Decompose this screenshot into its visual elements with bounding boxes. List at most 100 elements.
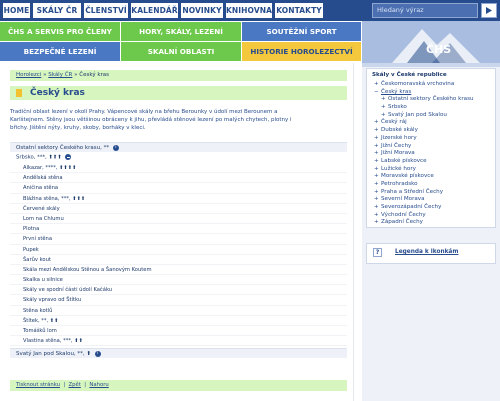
nav-knihovna[interactable]: KNIHOVNA — [226, 3, 272, 18]
intro-line: Karlštejnem. Stěny jsou většinou obrácen… — [10, 117, 292, 124]
info-icon[interactable]: i — [112, 144, 119, 151]
crag-item[interactable]: Skalka u silnice — [10, 275, 347, 286]
crag-item[interactable]: Šarův kout — [10, 255, 347, 265]
sidebar-item[interactable]: + Moravské pískovce — [374, 173, 494, 181]
nav-clenstvi[interactable]: ČLENSTVÍ — [84, 3, 128, 18]
category-soutezni-sport[interactable]: SOUTĚŽNÍ SPORT — [242, 22, 361, 41]
sidebar-item-label: Lužické hory — [381, 165, 416, 172]
breadcrumb-separator: » — [74, 72, 78, 78]
plus-icon: + — [374, 211, 379, 218]
sidebar-item[interactable]: + Český ráj — [374, 119, 494, 127]
crag-item[interactable]: Alkazar, ****, ⬆⬆⬆⬆ — [10, 163, 347, 174]
sidebar-item-label: Severozápadní Čechy — [381, 204, 442, 210]
page-title: Český kras — [10, 86, 347, 100]
category-bezpecne-lezeni[interactable]: BEZPEČNÉ LEZENÍ — [0, 42, 120, 61]
sector-srbsko[interactable]: Srbsko, ***, ⬆⬆⬆ — [16, 154, 72, 161]
crag-item[interactable]: Vlastina stěna, ***, ⬆⬆ — [10, 336, 347, 347]
sidebar-item[interactable]: + Petrohradsko — [374, 181, 494, 189]
sidebar-item[interactable]: + Labské pískovce — [374, 158, 494, 166]
footer-links: Tisknout stránku | Zpět | Nahoru — [10, 380, 347, 391]
breadcrumb-skaly-cr[interactable]: Skály ČR — [48, 72, 72, 78]
legend-link[interactable]: Legenda k ikonkám — [395, 249, 458, 255]
minus-icon: − — [374, 88, 379, 95]
top-navigation: HOME SKÁLY ČR ČLENSTVÍ KALENDÁŘ NOVINKY … — [0, 0, 500, 21]
sidebar-item[interactable]: + Severní Morava — [374, 196, 494, 204]
crag-item[interactable]: Lom na Chlumu — [10, 214, 347, 225]
info-icon[interactable]: i — [94, 350, 101, 357]
top-link[interactable]: Nahoru — [89, 382, 108, 388]
sidebar-item-label: Český ráj — [381, 119, 407, 126]
back-link[interactable]: Zpět — [69, 382, 81, 388]
intro-text: Tradiční oblast lezení v okolí Prahy. Vá… — [10, 108, 340, 133]
crag-item[interactable]: Aničina stěna — [10, 183, 347, 194]
sidebar-item-label: Labské pískovce — [381, 157, 427, 164]
sidebar-item-label: Západní Čechy — [381, 219, 423, 226]
crag-item[interactable]: Andělská stěna — [10, 173, 347, 184]
breadcrumb-separator: » — [43, 72, 47, 78]
search-icon — [486, 7, 492, 14]
page-title-text: Český kras — [30, 88, 85, 98]
crag-list: Alkazar, ****, ⬆⬆⬆⬆ Andělská stěna Aniči… — [10, 163, 347, 347]
crag-item[interactable]: Štítek, **, ⬆⬆ — [10, 316, 347, 326]
crag-item[interactable]: Plotna — [10, 224, 347, 235]
nav-kalendar[interactable]: KALENDÁŘ — [131, 3, 178, 18]
intro-line: Tradiční oblast lezení v okolí Prahy. Vá… — [10, 109, 278, 115]
footer-separator: | — [63, 382, 66, 388]
search-button[interactable] — [481, 3, 497, 18]
sidebar-item[interactable]: + Jizerské hory — [374, 135, 494, 143]
nav-home[interactable]: HOME — [3, 3, 30, 18]
plus-icon: + — [374, 196, 379, 203]
sidebar-item-label: Východní Čechy — [381, 211, 426, 218]
plus-icon: + — [381, 104, 386, 111]
plus-icon: + — [374, 127, 379, 134]
sidebar-subitem[interactable]: + Srbsko — [374, 104, 494, 112]
help-icon[interactable]: ? — [373, 248, 382, 257]
crag-item[interactable]: Pupek — [10, 245, 347, 255]
print-page-link[interactable]: Tisknout stránku — [16, 382, 60, 388]
plus-icon: + — [374, 150, 379, 157]
nav-skaly-cr[interactable]: SKÁLY ČR — [33, 3, 81, 18]
sidebar-item[interactable]: + Západní Čechy — [374, 219, 494, 227]
breadcrumb-current: Český kras — [79, 72, 110, 78]
category-historie[interactable]: HISTORIE HOROLEZECTVÍ — [242, 42, 361, 61]
footer-separator: | — [84, 382, 87, 388]
collapse-icon[interactable] — [65, 154, 72, 160]
sidebar-item-label: Český kras — [381, 88, 412, 95]
crag-item[interactable]: Blážina stěna, ***, ⬆⬆⬆ — [10, 194, 347, 204]
sidebar-item[interactable]: + Severozápadní Čechy — [374, 204, 494, 212]
sidebar-item[interactable]: + Dubské skály — [374, 127, 494, 135]
crag-item[interactable]: První stěna — [10, 234, 347, 245]
category-chs-servis[interactable]: ČHS A SERVIS PRO ČLENY — [0, 22, 120, 41]
sidebar-item[interactable]: + Českomoravská vrchovina — [374, 81, 494, 89]
breadcrumb-home[interactable]: Horolezci — [16, 72, 41, 78]
plus-icon: + — [374, 204, 379, 210]
sidebar-item-label: Ostatní sektory Českého krasu — [388, 96, 474, 103]
sidebar-item-label: Petrohradsko — [381, 180, 418, 187]
flag-icon — [16, 89, 22, 97]
plus-icon: + — [374, 219, 379, 226]
plus-icon: + — [374, 188, 379, 195]
sidebar-subitem[interactable]: + Ostatní sektory Českého krasu — [374, 96, 494, 104]
sidebar-region-list: + Českomoravská vrchovina − Český kras + Os… — [374, 81, 494, 227]
plus-icon: + — [374, 142, 379, 149]
crag-item[interactable]: Stěna kotlů — [10, 306, 347, 316]
plus-icon: + — [374, 157, 379, 164]
column-divider — [353, 63, 354, 401]
sidebar-item[interactable]: + Jižní Morava — [374, 150, 494, 158]
sidebar-item-label: Srbsko — [388, 104, 407, 111]
sector-ostatni[interactable]: Ostatní sektory Českého krasu, ** i — [10, 142, 347, 152]
crag-item[interactable]: Skála mezi Andělskou Stěnou a Šanovým Ko… — [10, 265, 347, 276]
crag-item[interactable]: Červené skály — [10, 204, 347, 214]
sector-svaty-jan[interactable]: Svatý Jan pod Skalou, **, ⬆ i — [10, 348, 347, 358]
nav-kontakty[interactable]: KONTAKTY — [275, 3, 323, 18]
chs-logo[interactable]: ČHS — [362, 21, 500, 63]
sidebar-title: Skály v České republice — [372, 72, 447, 78]
category-hory-skaly-lezeni[interactable]: HORY, SKÁLY, LEZENÍ — [121, 22, 241, 41]
sidebar-strip — [362, 63, 500, 67]
nav-novinky[interactable]: NOVINKY — [181, 3, 223, 18]
category-skalni-oblasti[interactable]: SKALNÍ OBLASTI — [121, 42, 241, 61]
crag-item[interactable]: Skály vpravo od Štítku — [10, 295, 347, 306]
crag-item[interactable]: Skály ve spodní části údolí Kačáku — [10, 285, 347, 296]
search-input[interactable]: Hledaný výraz — [372, 3, 478, 18]
crag-item[interactable]: Tomášků lom — [10, 326, 347, 337]
